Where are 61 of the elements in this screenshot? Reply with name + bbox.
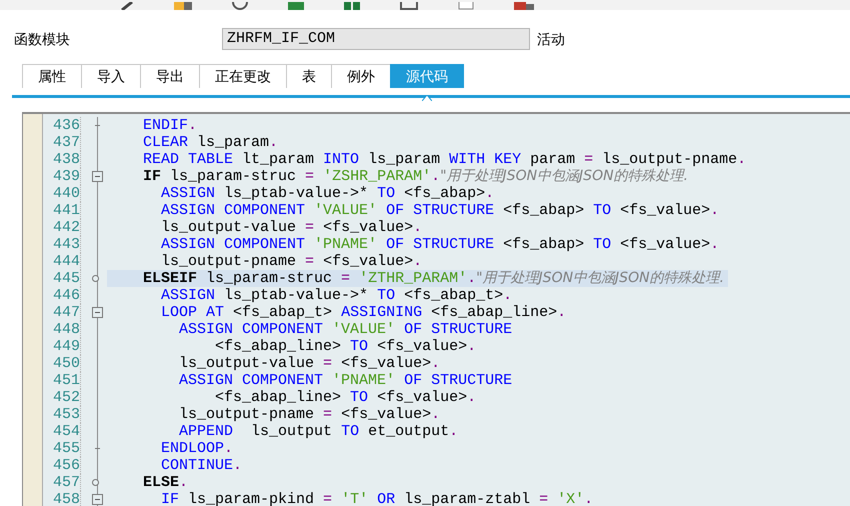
line-number: 447 bbox=[43, 304, 81, 321]
line-number: 448 bbox=[43, 321, 81, 338]
line-number: 445 bbox=[43, 270, 81, 287]
code-line: ASSIGN COMPONENT 'PNAME' OF STRUCTURE bbox=[178, 372, 514, 389]
code-line: APPEND ls_output TO et_output. bbox=[178, 423, 460, 440]
line-number: 455 bbox=[43, 440, 81, 457]
line-number: 441 bbox=[43, 202, 81, 219]
pencil-icon[interactable] bbox=[120, 2, 134, 10]
line-number: 452 bbox=[43, 389, 81, 406]
tab[interactable]: 属性 bbox=[22, 64, 82, 88]
code-line: ASSIGN ls_ptab-value->* TO <fs_abap_t>. bbox=[160, 287, 514, 304]
line-number: 454 bbox=[43, 423, 81, 440]
tab[interactable]: 导出 bbox=[140, 64, 200, 88]
line-number: 443 bbox=[43, 236, 81, 253]
line-number: 457 bbox=[43, 474, 81, 491]
grid-icon[interactable] bbox=[344, 2, 360, 10]
line-number: 437 bbox=[43, 134, 81, 151]
tab[interactable]: 例外 bbox=[331, 64, 391, 88]
line-number: 444 bbox=[43, 253, 81, 270]
tab[interactable]: 导入 bbox=[81, 64, 141, 88]
line-number: 440 bbox=[43, 185, 81, 202]
branch-dot-icon bbox=[92, 479, 99, 486]
collapse-icon[interactable] bbox=[92, 171, 103, 182]
collapse-icon[interactable] bbox=[92, 307, 103, 318]
line-number: 449 bbox=[43, 338, 81, 355]
code-line: IF ls_param-pkind = 'T' OR ls_param-ztabl = 'X'. bbox=[160, 491, 594, 506]
field-label: 函数模块 bbox=[14, 30, 71, 48]
status-text: 活动 bbox=[537, 30, 565, 48]
code-line: <fs_abap_line> TO <fs_value>. bbox=[214, 338, 478, 355]
line-number: 451 bbox=[43, 372, 81, 389]
code-line: ls_output-value = <fs_value>. bbox=[160, 219, 424, 236]
line-number: 458 bbox=[43, 491, 81, 506]
code-line: LOOP AT <fs_abap_t> ASSIGNING <fs_abap_line>. bbox=[160, 304, 568, 321]
line-number: 442 bbox=[43, 219, 81, 236]
code-line: ELSE. bbox=[142, 474, 190, 491]
line-number: 450 bbox=[43, 355, 81, 372]
code-line: ls_output-value = <fs_value>. bbox=[178, 355, 442, 372]
branch-dot-icon bbox=[92, 275, 99, 282]
collapse-icon[interactable] bbox=[92, 494, 103, 505]
line-number: 436 bbox=[43, 117, 81, 134]
function-module-field[interactable]: ZHRFM_IF_COM bbox=[222, 28, 530, 50]
code-line: ls_output-pname = <fs_value>. bbox=[160, 253, 424, 270]
code-line: <fs_abap_line> TO <fs_value>. bbox=[214, 389, 478, 406]
code-line: CLEAR ls_param. bbox=[142, 134, 280, 151]
code-line: ENDIF. bbox=[142, 117, 198, 134]
code-line: ASSIGN COMPONENT 'VALUE' OF STRUCTURE bbox=[178, 321, 514, 338]
code-line: ENDLOOP. bbox=[160, 440, 234, 457]
code-line: ASSIGN COMPONENT 'VALUE' OF STRUCTURE <fs_abap> TO <fs_value>. bbox=[160, 202, 720, 219]
line-number: 456 bbox=[43, 457, 81, 474]
tab[interactable]: 正在更改 bbox=[199, 64, 287, 88]
line-number: 439 bbox=[43, 168, 81, 185]
line-number: 438 bbox=[43, 151, 81, 168]
code-line: ls_output-pname = <fs_value>. bbox=[178, 406, 442, 423]
code-line: ASSIGN ls_ptab-value->* TO <fs_abap>. bbox=[160, 185, 496, 202]
code-line: READ TABLE lt_param INTO ls_param WITH KEY param = ls_output-pname. bbox=[142, 151, 748, 168]
code-line: CONTINUE. bbox=[160, 457, 244, 474]
line-number: 446 bbox=[43, 287, 81, 304]
line-number: 453 bbox=[43, 406, 81, 423]
code-line: ASSIGN COMPONENT 'PNAME' OF STRUCTURE <fs_abap> TO <fs_value>. bbox=[160, 236, 720, 253]
code-line: IF ls_param-struc = 'ZSHR_PARAM'."用于处理JSON中包涵JSON的特殊处理. bbox=[142, 168, 690, 185]
tab[interactable]: 表 bbox=[286, 64, 332, 88]
